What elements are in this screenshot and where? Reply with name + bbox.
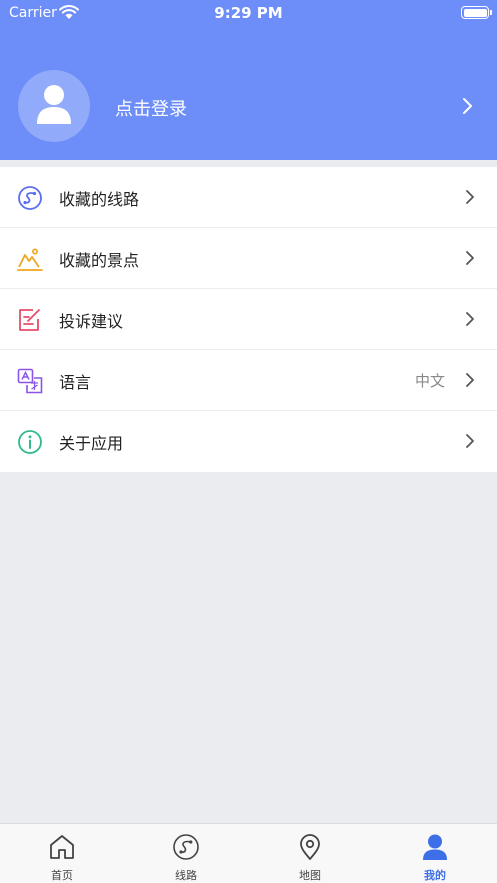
tab-label: 首页 <box>51 869 73 882</box>
chevron-right-icon <box>466 190 474 204</box>
menu-item-about[interactable]: 关于应用 <box>0 411 497 472</box>
info-icon <box>18 430 42 454</box>
menu-label: 关于应用 <box>59 434 124 453</box>
avatar-icon <box>37 85 71 124</box>
login-label[interactable]: 点击登录 <box>115 95 187 121</box>
user-icon <box>423 834 447 860</box>
battery-icon <box>461 6 492 19</box>
menu-label: 收藏的景点 <box>59 251 140 270</box>
menu-item-feedback[interactable]: 投诉建议 <box>0 289 497 350</box>
menu-label: 投诉建议 <box>59 312 124 331</box>
language-value: 中文 <box>414 372 445 390</box>
tab-label: 地图 <box>299 869 321 882</box>
scenic-spot-icon <box>17 248 43 271</box>
chevron-right-icon <box>466 251 474 265</box>
route-icon <box>18 186 42 210</box>
status-bar: Carrier 9:29 PM <box>0 0 497 28</box>
menu-item-language[interactable]: 语言 中文 <box>0 350 497 411</box>
language-icon <box>17 368 43 394</box>
tab-mine[interactable]: 我的 <box>373 824 497 883</box>
tab-routes[interactable]: 线路 <box>124 824 248 883</box>
chevron-right-icon <box>466 373 474 387</box>
feedback-icon <box>19 309 40 331</box>
menu-item-favorite-spots[interactable]: 收藏的景点 <box>0 228 497 289</box>
tab-map[interactable]: 地图 <box>248 824 372 883</box>
route-icon <box>173 834 199 860</box>
menu-item-favorite-routes[interactable]: 收藏的线路 <box>0 167 497 228</box>
tab-label: 线路 <box>175 869 197 882</box>
home-icon <box>50 835 74 859</box>
chevron-right-icon <box>466 434 474 448</box>
settings-menu: 收藏的线路 收藏的景点 投诉建议 语言 中文 关于应用 <box>0 167 497 472</box>
profile-header: Carrier 9:29 PM 点击登录 <box>0 0 497 160</box>
map-pin-icon <box>300 834 320 860</box>
menu-label: 语言 <box>59 373 92 392</box>
status-time: 9:29 PM <box>214 4 283 22</box>
tab-label: 我的 <box>424 869 446 882</box>
tab-bar: 首页 线路 地图 我的 <box>0 823 497 883</box>
login-row[interactable]: 点击登录 <box>0 70 497 144</box>
avatar[interactable] <box>18 70 90 142</box>
tab-home[interactable]: 首页 <box>0 824 124 883</box>
chevron-right-icon <box>463 98 472 114</box>
chevron-right-icon <box>466 312 474 326</box>
menu-label: 收藏的线路 <box>59 190 140 209</box>
